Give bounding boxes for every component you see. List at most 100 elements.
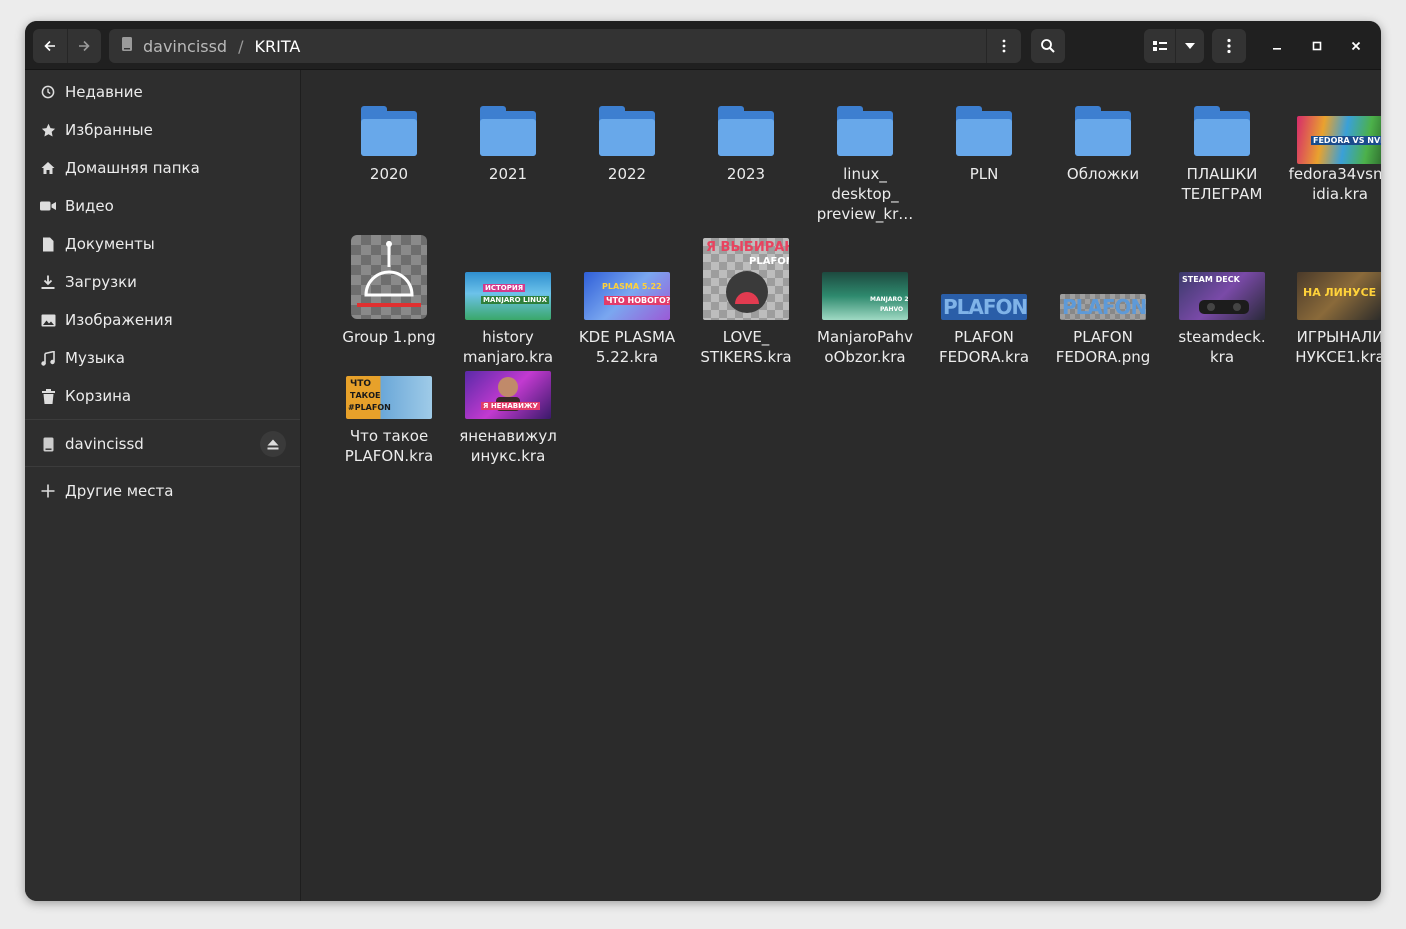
file-name: Что такое PLAFON.kra (344, 427, 434, 465)
file-thumbnail: Я ВЫБИРАЮ PLAFON (703, 238, 789, 320)
clock-icon (40, 84, 56, 100)
sidebar-item-home[interactable]: Домашняя папка (25, 149, 300, 187)
sidebar-item-starred[interactable]: Избранные (25, 111, 300, 149)
folder-icon (1194, 106, 1250, 156)
star-icon (40, 122, 56, 138)
view-toggle-group (1144, 29, 1204, 63)
plus-icon (40, 483, 56, 499)
file-name: 2020 (369, 165, 409, 183)
eject-button[interactable] (260, 431, 286, 457)
file-thumbnail: Я НЕНАВИЖУ (465, 371, 551, 419)
path-menu-button[interactable] (986, 29, 1021, 63)
image-icon (40, 312, 56, 328)
sidebar-item-label: Загрузки (65, 273, 137, 291)
close-button[interactable] (1344, 34, 1368, 58)
maximize-button[interactable] (1305, 34, 1329, 58)
file-thumbnail (351, 235, 427, 319)
file-thumbnail: ЧТО ТАКОЕ #PLAFON (346, 376, 432, 419)
sidebar-divider (25, 419, 300, 420)
music-icon (40, 350, 56, 366)
file-thumbnail: PLAFON (941, 294, 1027, 320)
download-icon (40, 274, 56, 290)
file-name: 2021 (488, 165, 528, 183)
sidebar-item-label: Домашняя папка (65, 159, 200, 177)
breadcrumb-current[interactable]: KRITA (254, 37, 300, 56)
sidebar: Недавние Избранные Домашняя папка Видео … (25, 70, 301, 901)
file-thumbnail: MANJARO 21.1 PAHVO (822, 272, 908, 320)
file-name: PLAFON FEDORA.kra (938, 328, 1030, 366)
file-thumbnail: STEAM DECK (1179, 272, 1265, 320)
eject-icon (267, 439, 279, 449)
main-menu-button[interactable] (1212, 29, 1246, 63)
camera-icon (40, 198, 56, 214)
maximize-icon (1312, 41, 1322, 51)
folder-icon (837, 106, 893, 156)
folder-icon (480, 106, 536, 156)
sidebar-item-music[interactable]: Музыка (25, 339, 300, 377)
sidebar-divider (25, 466, 300, 467)
file-name: steamdeck. kra (1178, 328, 1266, 366)
sidebar-item-pictures[interactable]: Изображения (25, 301, 300, 339)
sidebar-item-recent[interactable]: Недавние (25, 73, 300, 111)
file-name: Обложки (1066, 165, 1140, 183)
trash-icon (40, 388, 56, 404)
file-name: ИГРЫНАЛИ НУКСЕ1.kra (1295, 328, 1381, 366)
drive-icon (121, 36, 133, 56)
file-name: linux_ desktop_ preview_kr… (816, 165, 914, 223)
kebab-icon (1002, 39, 1006, 53)
arrow-right-icon (79, 40, 90, 52)
home-icon (40, 160, 56, 176)
document-icon (40, 236, 56, 252)
sidebar-item-documents[interactable]: Документы (25, 225, 300, 263)
sidebar-item-label: Корзина (65, 387, 132, 405)
file-name: history manjaro.kra (462, 328, 554, 366)
sidebar-item-label: davincissd (65, 435, 144, 453)
file-name: KDE PLASMA 5.22.kra (578, 328, 676, 366)
sidebar-item-other-locations[interactable]: Другие места (25, 472, 300, 510)
sidebar-item-downloads[interactable]: Загрузки (25, 263, 300, 301)
kebab-icon (1227, 38, 1231, 54)
sidebar-item-videos[interactable]: Видео (25, 187, 300, 225)
folder-icon (718, 106, 774, 156)
sidebar-item-label: Изображения (65, 311, 173, 329)
sidebar-item-label: Недавние (65, 83, 143, 101)
drive-icon (40, 436, 56, 452)
folder-icon (1075, 106, 1131, 156)
file-name: LOVE_ STIKERS.kra (700, 328, 792, 366)
sidebar-item-label: Документы (65, 235, 155, 253)
sidebar-item-label: Избранные (65, 121, 153, 139)
file-manager-window: davincissd / KRITA Недавние Избранные До… (25, 21, 1381, 901)
sidebar-item-label: Видео (65, 197, 114, 215)
path-bar[interactable]: davincissd / KRITA (109, 29, 1021, 63)
view-options-button[interactable] (1175, 29, 1204, 63)
header-bar: davincissd / KRITA (25, 21, 1381, 70)
close-icon (1351, 41, 1361, 51)
folder-icon (956, 106, 1012, 156)
chevron-down-icon (1185, 43, 1196, 49)
list-view-button[interactable] (1144, 29, 1175, 63)
file-name: яненавижул инукс.kra (459, 427, 557, 465)
file-grid: 2020 2021 2022 2023 linux_ desktop_ prev… (301, 70, 1381, 901)
search-button[interactable] (1031, 29, 1065, 63)
file-name: Group 1.png (342, 328, 436, 346)
breadcrumb-separator: / (238, 36, 244, 56)
folder-icon (599, 106, 655, 156)
back-button[interactable] (33, 29, 67, 63)
file-thumbnail: PLASMA 5.22 ЧТО НОВОГО? (584, 272, 670, 320)
file-name: ПЛАШКИ ТЕЛЕГРАМ (1181, 165, 1263, 203)
file-name: PLAFON FEDORA.png (1055, 328, 1151, 366)
search-icon (1041, 39, 1055, 53)
sidebar-item-trash[interactable]: Корзина (25, 377, 300, 415)
file-name: 2023 (726, 165, 766, 183)
sidebar-item-drive[interactable]: davincissd (25, 425, 300, 463)
file-name: fedora34vsnv idia.kra (1288, 165, 1381, 203)
sidebar-item-label: Другие места (65, 482, 174, 500)
breadcrumb-parent[interactable]: davincissd (143, 37, 227, 56)
file-thumbnail: ИСТОРИЯ MANJARO LINUX (465, 272, 551, 320)
minimize-button[interactable] (1265, 34, 1289, 58)
file-thumbnail: PLAFON (1060, 294, 1146, 320)
forward-button[interactable] (66, 29, 102, 63)
folder-icon (361, 106, 417, 156)
navigation-buttons (33, 29, 101, 63)
minimize-icon (1273, 48, 1281, 50)
